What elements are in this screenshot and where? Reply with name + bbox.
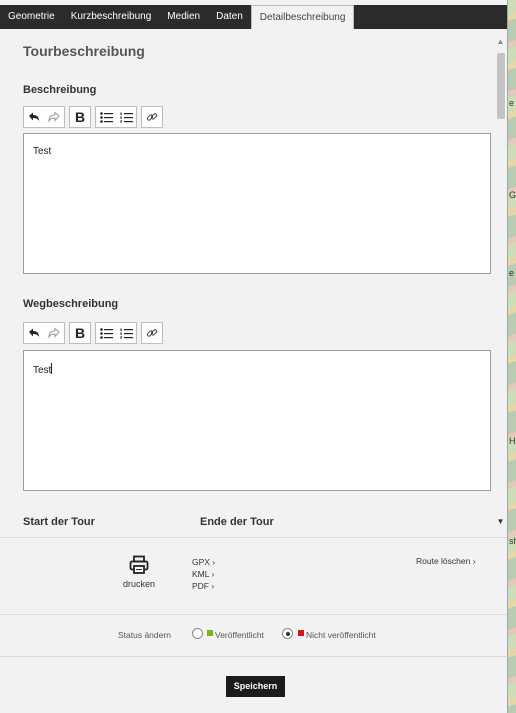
redo-icon[interactable]: [44, 323, 64, 343]
status-label: Status ändern: [118, 630, 171, 640]
wegbeschreibung-text: Test: [33, 365, 52, 376]
link-icon[interactable]: [142, 323, 162, 343]
bold-icon[interactable]: B: [70, 323, 90, 343]
bold-group: B: [69, 322, 91, 344]
beschreibung-text: Test: [33, 146, 52, 157]
map-label: G: [509, 190, 516, 200]
export-links: GPX › KML › PDF ›: [192, 556, 215, 592]
tab-daten[interactable]: Daten: [208, 5, 251, 29]
tab-geometrie[interactable]: Geometrie: [0, 5, 63, 29]
tab-bar: Geometrie Kurzbeschreibung Medien Daten …: [0, 5, 507, 29]
link-group: [141, 106, 163, 128]
wegbeschreibung-label: Wegbeschreibung: [23, 298, 119, 310]
kml-link[interactable]: KML ›: [192, 568, 215, 580]
beschreibung-editor[interactable]: Test: [23, 133, 491, 274]
map-label: sh: [509, 536, 516, 546]
published-option-label[interactable]: Veröffentlicht: [215, 630, 264, 640]
scrollbar-thumb[interactable]: [497, 53, 505, 119]
scroll-down-icon[interactable]: ▼: [495, 517, 506, 526]
print-button[interactable]: drucken: [116, 555, 162, 589]
tab-detailbeschreibung[interactable]: Detailbeschreibung: [250, 5, 355, 29]
status-row: Status ändern Veröffentlicht Nicht veröf…: [0, 627, 507, 643]
divider: [0, 656, 507, 657]
link-icon[interactable]: [142, 107, 162, 127]
gpx-link[interactable]: GPX ›: [192, 556, 215, 568]
map-background[interactable]: e G e H sh: [507, 0, 516, 713]
beschreibung-toolbar: B: [23, 106, 163, 128]
start-tour-label: Start der Tour: [23, 516, 95, 528]
numbered-list-icon[interactable]: [116, 323, 136, 343]
list-group: [95, 106, 137, 128]
print-label: drucken: [122, 579, 156, 589]
tab-kurzbeschreibung[interactable]: Kurzbeschreibung: [63, 5, 160, 29]
map-label: e: [509, 268, 515, 278]
numbered-list-icon[interactable]: [116, 107, 136, 127]
tab-medien[interactable]: Medien: [159, 5, 208, 29]
map-label: H: [509, 436, 516, 446]
delete-route-link[interactable]: Route löschen ›: [416, 556, 476, 566]
bullet-list-icon[interactable]: [96, 107, 116, 127]
list-group: [95, 322, 137, 344]
unpublished-color-square: [298, 630, 304, 636]
scrollbar[interactable]: ▲ ▼: [495, 37, 506, 529]
save-button[interactable]: Speichern: [226, 676, 285, 697]
bullet-list-icon[interactable]: [96, 323, 116, 343]
wegbeschreibung-toolbar: B: [23, 322, 163, 344]
tour-editor-panel: Geometrie Kurzbeschreibung Medien Daten …: [0, 0, 507, 713]
divider: [0, 537, 507, 538]
history-group: [23, 322, 65, 344]
divider: [0, 614, 507, 615]
redo-icon[interactable]: [44, 107, 64, 127]
text-cursor: [51, 363, 53, 374]
unpublished-radio[interactable]: [282, 628, 293, 639]
bold-icon[interactable]: B: [70, 107, 90, 127]
beschreibung-label: Beschreibung: [23, 84, 97, 96]
wegbeschreibung-editor[interactable]: Test: [23, 350, 491, 491]
history-group: [23, 106, 65, 128]
map-label: e: [509, 98, 515, 108]
published-color-square: [207, 630, 213, 636]
scroll-up-icon[interactable]: ▲: [495, 37, 506, 46]
printer-icon: [129, 555, 149, 574]
end-tour-label: Ende der Tour: [200, 516, 274, 528]
undo-icon[interactable]: [24, 107, 44, 127]
bold-group: B: [69, 106, 91, 128]
unpublished-option-label[interactable]: Nicht veröffentlicht: [306, 630, 376, 640]
undo-icon[interactable]: [24, 323, 44, 343]
published-radio[interactable]: [192, 628, 203, 639]
link-group: [141, 322, 163, 344]
pdf-link[interactable]: PDF ›: [192, 580, 215, 592]
page-title: Tourbeschreibung: [23, 43, 145, 59]
